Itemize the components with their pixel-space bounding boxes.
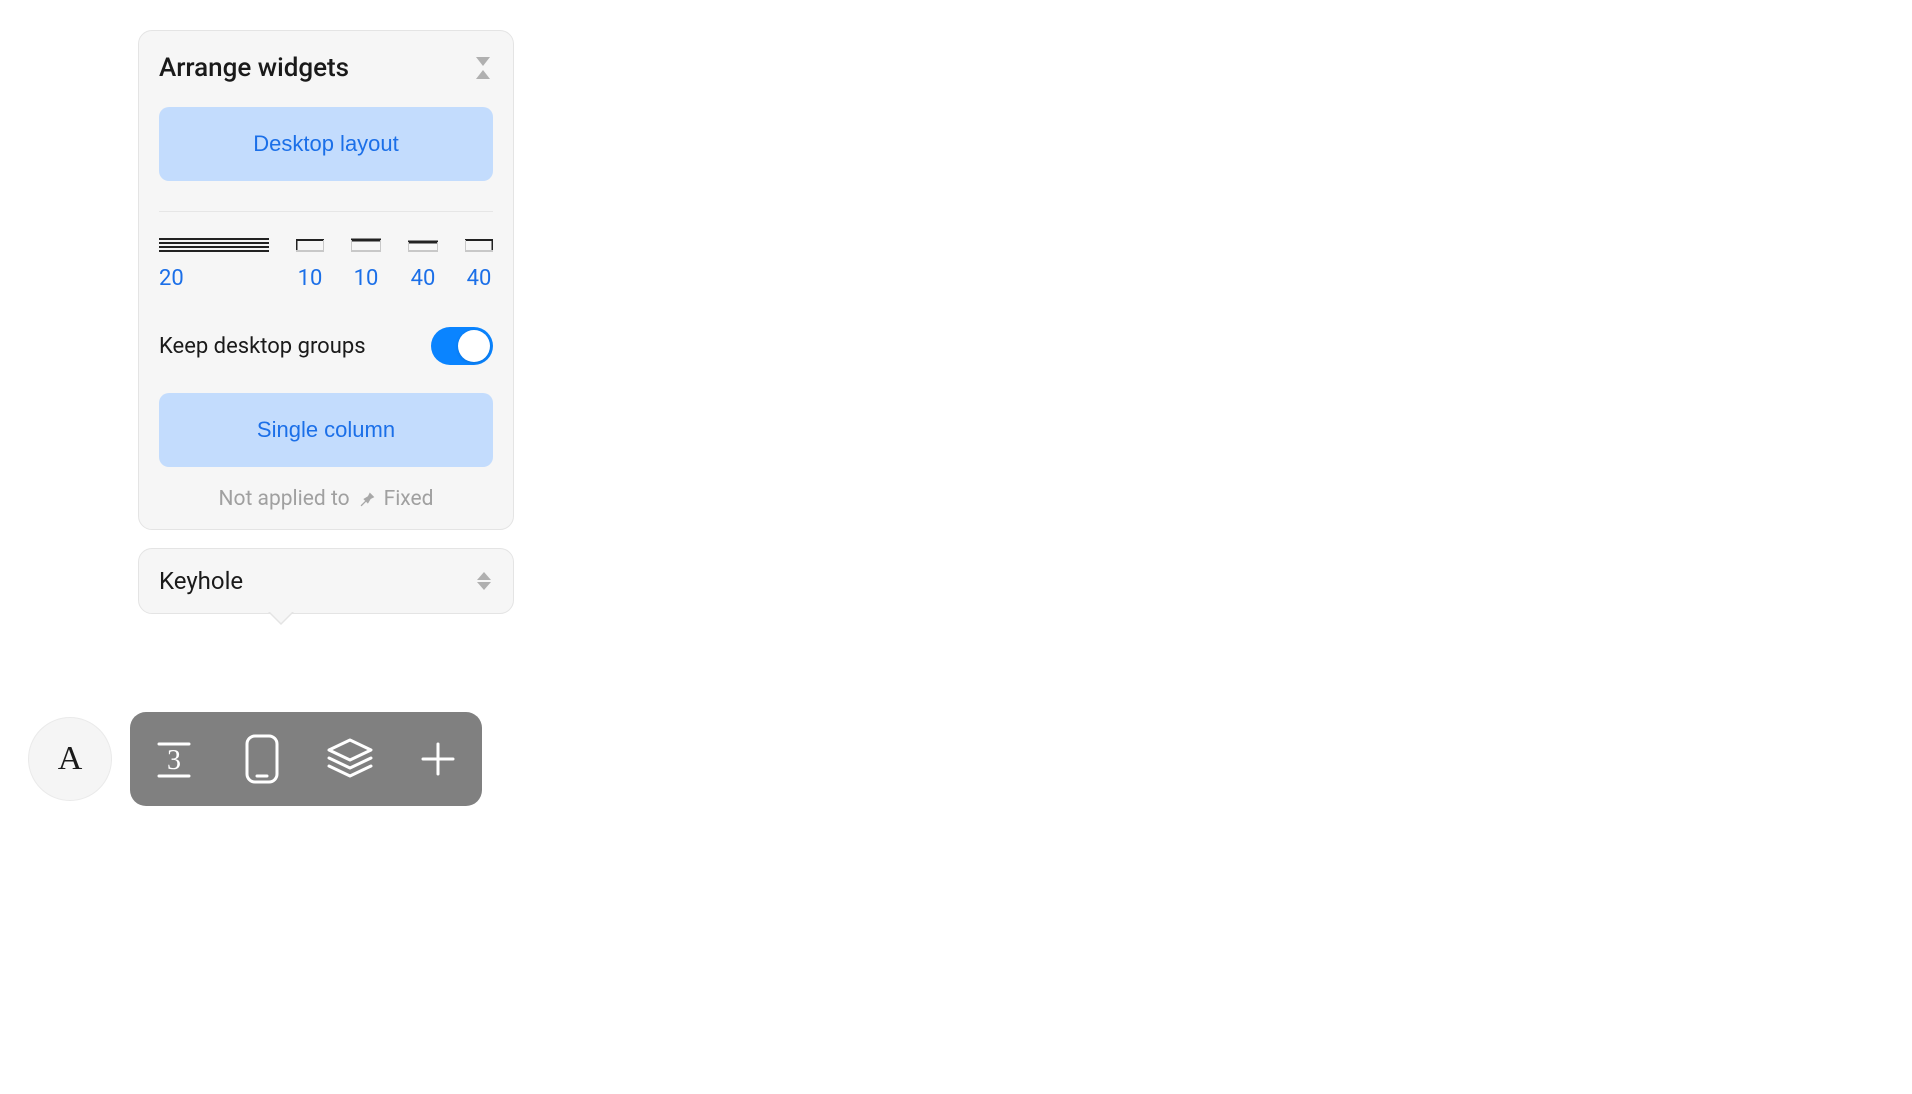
footer-note: Not applied to Fixed [159, 487, 493, 511]
footer-suffix: Fixed [384, 487, 434, 511]
single-column-button[interactable]: Single column [159, 393, 493, 467]
panel-header: Arrange widgets [159, 53, 493, 83]
thickness-row: 20 10 [159, 236, 493, 291]
footer-prefix: Not applied to [219, 487, 350, 511]
thickness-value: 40 [411, 266, 436, 291]
toolbar-number: 3 [167, 745, 181, 776]
thickness-value: 40 [467, 266, 492, 291]
arrange-widgets-panel: Arrange widgets Desktop layout 20 [138, 30, 514, 530]
plus-icon[interactable] [412, 733, 464, 785]
box-icon [296, 236, 324, 252]
thickness-option-2[interactable]: 10 [351, 236, 381, 291]
device-icon[interactable] [236, 733, 288, 785]
box-icon [408, 236, 438, 252]
box-icon [351, 236, 381, 252]
keep-groups-label: Keep desktop groups [159, 334, 366, 359]
thickness-option-1[interactable]: 10 [296, 236, 324, 291]
stepper-icon[interactable] [475, 571, 493, 591]
text-style-button[interactable]: A [28, 717, 112, 801]
thickness-value: 10 [298, 266, 323, 291]
thickness-option-3[interactable]: 40 [408, 236, 438, 291]
thickness-option-0[interactable]: 20 [159, 236, 269, 291]
thickness-option-4[interactable]: 40 [465, 236, 493, 291]
keyhole-panel[interactable]: Keyhole [138, 548, 514, 614]
thickness-value: 20 [159, 266, 184, 291]
divider [159, 211, 493, 212]
popover-arrow-fill [269, 611, 293, 623]
thickness-value: 10 [354, 266, 379, 291]
toolbar: 3 [130, 712, 482, 806]
pin-icon [356, 488, 378, 510]
panel-title: Arrange widgets [159, 53, 349, 83]
toolbar-number-button[interactable]: 3 [148, 733, 200, 785]
collapse-icon[interactable] [473, 57, 493, 79]
keep-groups-toggle[interactable] [431, 327, 493, 365]
lines-icon [159, 236, 269, 252]
keep-groups-row: Keep desktop groups [159, 327, 493, 365]
keyhole-label: Keyhole [159, 567, 243, 595]
box-icon [465, 236, 493, 252]
toggle-knob [458, 330, 490, 362]
layers-icon[interactable] [324, 733, 376, 785]
desktop-layout-button[interactable]: Desktop layout [159, 107, 493, 181]
